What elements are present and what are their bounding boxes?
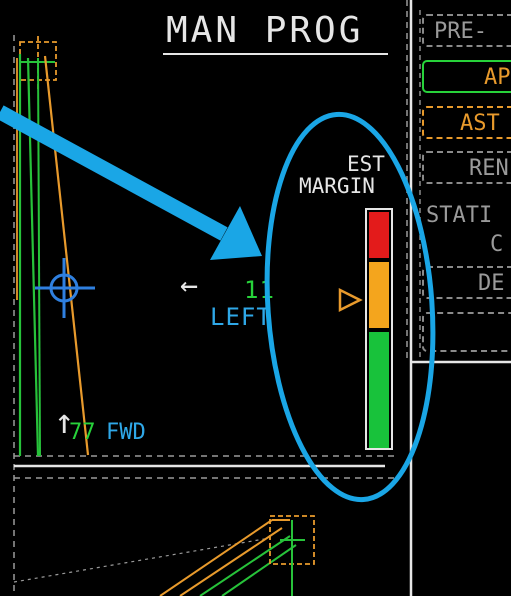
menu-item-pre-label: PRE- (434, 19, 487, 44)
menu-item-ren-label: REN (469, 156, 509, 181)
menu-item-de[interactable]: DE (422, 266, 511, 299)
margin-segment-red (369, 212, 389, 258)
page-title: MAN PROG (166, 10, 364, 51)
menu-item-ap-label: AP (484, 65, 511, 90)
lateral-direction: LEFT (210, 303, 272, 331)
lateral-value: 11 (244, 276, 275, 304)
longitudinal-direction: FWD (106, 420, 146, 445)
menu-item-ap[interactable]: AP (422, 60, 511, 93)
menu-item-ast[interactable]: AST (422, 106, 511, 139)
menu-item-de-label: DE (478, 271, 505, 296)
menu-item-pre[interactable]: PRE- (422, 14, 511, 47)
menu-item-ren[interactable]: REN (422, 151, 511, 184)
margin-label: MARGIN (299, 174, 375, 198)
margin-segment-amber (369, 262, 389, 328)
left-arrow-icon: ← (180, 268, 200, 303)
est-label: EST (347, 152, 385, 176)
margin-segment-green (369, 332, 389, 448)
margin-bar (365, 208, 393, 450)
menu-item-stati-label[interactable]: STATI (426, 203, 492, 228)
menu-item-ast-label: AST (460, 111, 500, 136)
menu-item-empty[interactable] (422, 312, 511, 352)
longitudinal-value: 77 (69, 420, 96, 445)
menu-item-c-label[interactable]: C (490, 232, 504, 257)
crosshair-icon (35, 258, 95, 318)
